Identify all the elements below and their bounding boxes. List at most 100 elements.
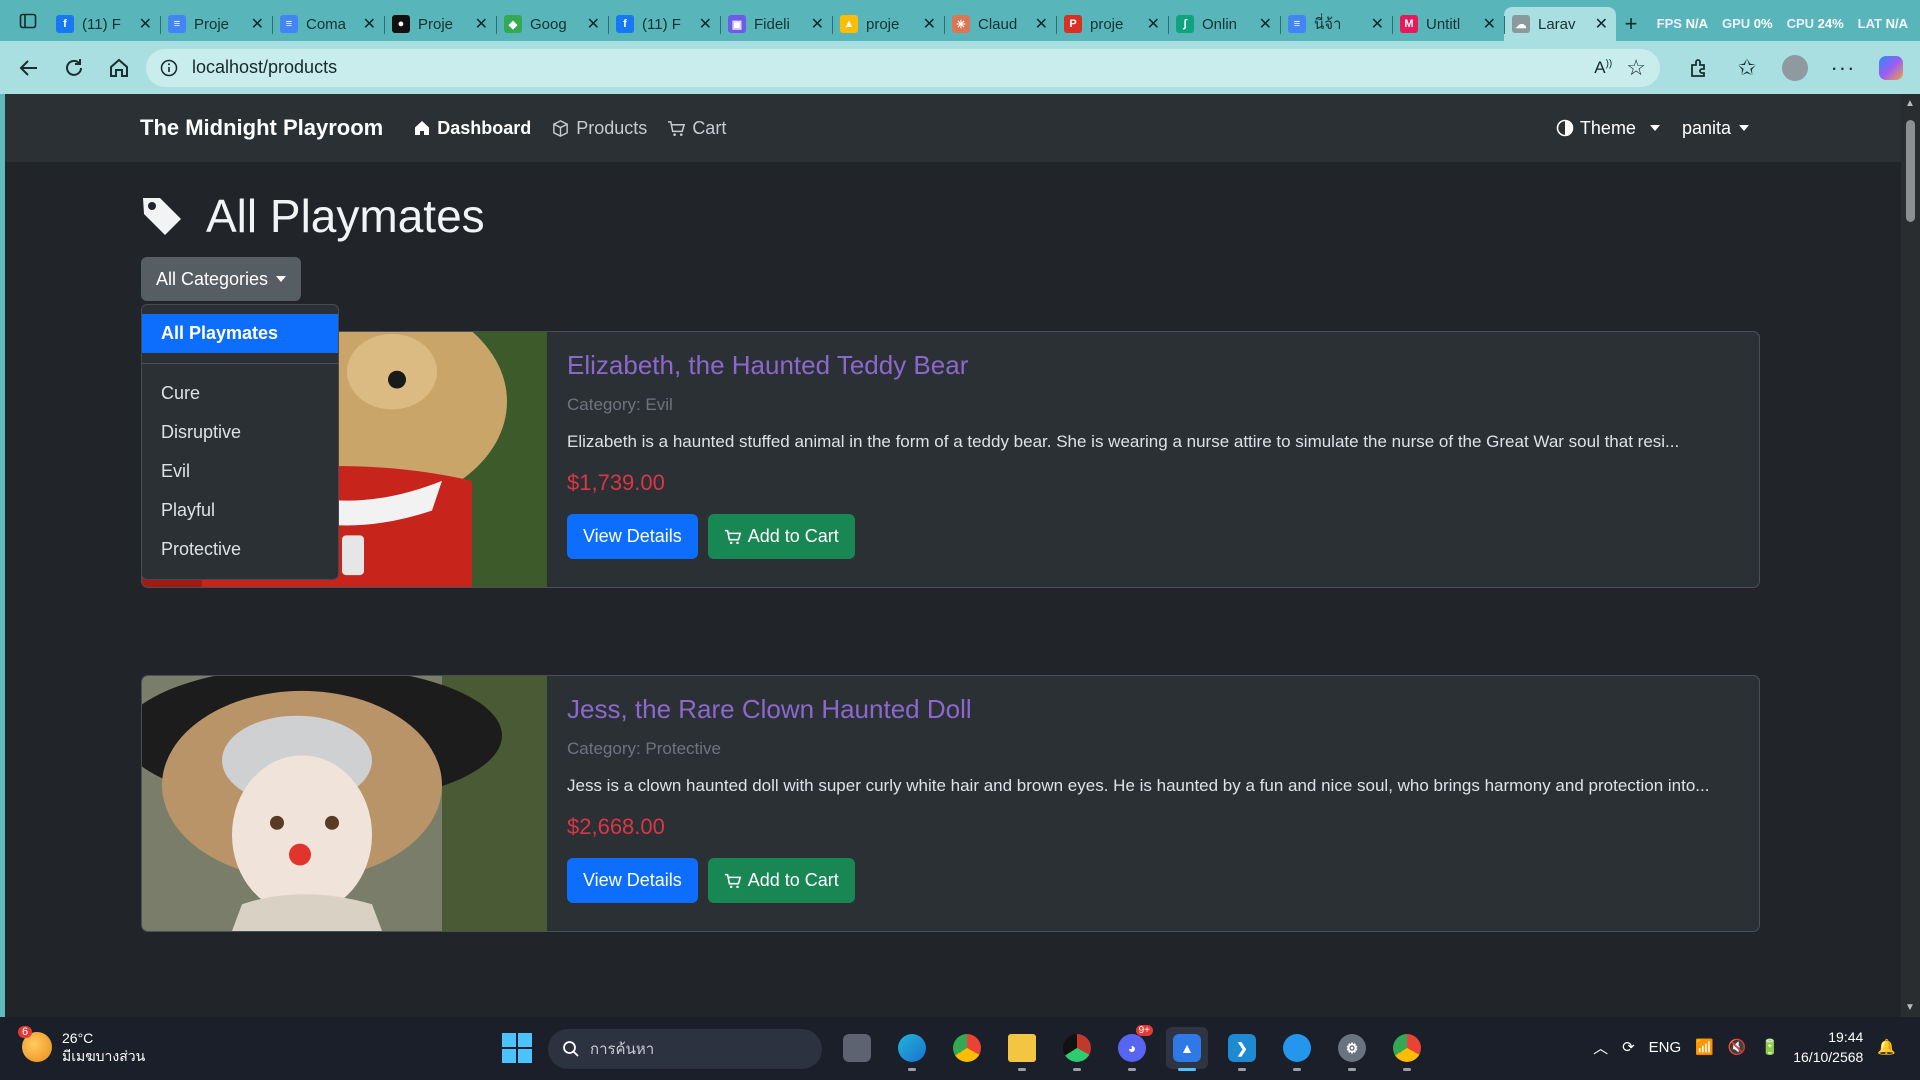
view-details-button[interactable]: View Details xyxy=(567,858,698,903)
add-to-cart-button[interactable]: Add to Cart xyxy=(707,858,855,903)
product-title-link[interactable]: Elizabeth, the Haunted Teddy Bear xyxy=(567,350,1719,381)
browser-tab[interactable]: M Untitl ✕ xyxy=(1392,7,1504,41)
add-to-cart-button[interactable]: Add to Cart xyxy=(707,514,855,559)
copilot-icon[interactable] xyxy=(1872,49,1910,87)
view-details-button[interactable]: View Details xyxy=(567,514,698,559)
category-dropdown-button[interactable]: All Categories xyxy=(141,257,302,301)
browser-tab-strip: f (11) F ✕ ≡ Proje ✕ ≡ Coma ✕ ● Proje ✕ ◆ Goog ✕ f (11) … xyxy=(0,0,1920,41)
reload-button[interactable] xyxy=(55,49,92,87)
dropdown-item-all[interactable]: All Playmates xyxy=(142,314,338,353)
close-tab-icon[interactable]: ✕ xyxy=(1371,14,1384,34)
notifications-icon[interactable]: 🔔 xyxy=(1877,1038,1896,1056)
browser-tab[interactable]: ◆ Goog ✕ xyxy=(496,7,608,41)
browser-tab[interactable]: f (11) F ✕ xyxy=(608,7,720,41)
close-tab-icon[interactable]: ✕ xyxy=(923,14,936,34)
product-title-link[interactable]: Jess, the Rare Clown Haunted Doll xyxy=(567,694,1719,725)
browser-tab[interactable]: ≡ นี่จ้า ✕ xyxy=(1280,7,1392,41)
sync-icon[interactable]: ⟳ xyxy=(1622,1038,1635,1056)
dropdown-item-playful[interactable]: Playful xyxy=(142,491,338,530)
dropdown-item-protective[interactable]: Protective xyxy=(142,530,338,569)
nav-dashboard[interactable]: Dashboard xyxy=(413,118,531,139)
vscode-icon[interactable]: ❯ xyxy=(1221,1027,1263,1071)
windows-taskbar: 6 26°C มีเมฆบางส่วน การค้นหา ◕ 9+ ▲ ❯ ⚙ … xyxy=(0,1017,1920,1080)
brand-link[interactable]: The Midnight Playroom xyxy=(140,115,383,141)
start-button[interactable] xyxy=(502,1033,532,1063)
discord-icon[interactable]: ◕ 9+ xyxy=(1111,1025,1153,1071)
volume-muted-icon[interactable]: 🔇 xyxy=(1728,1038,1747,1056)
read-aloud-icon[interactable]: A)) xyxy=(1594,58,1612,78)
close-tab-icon[interactable]: ✕ xyxy=(1147,14,1160,34)
close-tab-icon[interactable]: ✕ xyxy=(1035,14,1048,34)
weather-widget[interactable]: 6 26°C มีเมฆบางส่วน xyxy=(18,1026,145,1065)
close-tab-icon[interactable]: ✕ xyxy=(699,14,712,34)
chrome-icon[interactable] xyxy=(946,1027,988,1069)
tab-actions-icon[interactable] xyxy=(8,0,48,41)
language-indicator[interactable]: ENG xyxy=(1649,1039,1682,1056)
clock[interactable]: 19:44 16/10/2568 xyxy=(1793,1027,1863,1067)
profile-avatar[interactable] xyxy=(1776,49,1814,87)
favorite-star-icon[interactable]: ☆ xyxy=(1626,55,1646,81)
battery-icon[interactable]: 🔋 xyxy=(1761,1038,1780,1056)
close-tab-icon[interactable]: ✕ xyxy=(1595,14,1608,34)
close-tab-icon[interactable]: ✕ xyxy=(139,14,152,34)
tab-title: Proje xyxy=(194,15,230,33)
favorites-icon[interactable]: ✩ xyxy=(1728,49,1766,87)
settings-gear-icon[interactable]: ⚙ xyxy=(1331,1027,1373,1071)
laravel-app-icon[interactable]: ▲ xyxy=(1166,1027,1208,1071)
product-category: Category: Protective xyxy=(567,739,722,758)
dropdown-item-cure[interactable]: Cure xyxy=(142,374,338,413)
browser-tab[interactable]: ≡ Coma ✕ xyxy=(272,7,384,41)
url-text[interactable]: localhost/products xyxy=(192,57,337,78)
extensions-icon[interactable] xyxy=(1680,49,1718,87)
close-tab-icon[interactable]: ✕ xyxy=(1483,14,1496,34)
close-tab-icon[interactable]: ✕ xyxy=(587,14,600,34)
user-menu[interactable]: panita xyxy=(1682,118,1749,139)
browser-tab[interactable]: ∫ Onlin ✕ xyxy=(1168,7,1280,41)
page-viewport: The Midnight Playroom Dashboard Products… xyxy=(5,94,1901,1017)
close-tab-icon[interactable]: ✕ xyxy=(251,14,264,34)
close-tab-icon[interactable]: ✕ xyxy=(811,14,824,34)
dropdown-item-disruptive[interactable]: Disruptive xyxy=(142,413,338,452)
close-tab-icon[interactable]: ✕ xyxy=(475,14,488,34)
nav-products[interactable]: Products xyxy=(551,118,647,139)
taskbar-search[interactable]: การค้นหา xyxy=(548,1029,822,1069)
browser-tab[interactable]: ● Proje ✕ xyxy=(384,7,496,41)
nav-cart[interactable]: Cart xyxy=(667,118,726,139)
site-info-icon[interactable] xyxy=(160,59,178,77)
browser-tab[interactable]: ✳ Claud ✕ xyxy=(944,7,1056,41)
settings-more-icon[interactable]: ··· xyxy=(1824,49,1862,87)
file-explorer-icon[interactable] xyxy=(1001,1027,1043,1071)
tab-favicon-icon: ✳ xyxy=(952,15,970,33)
tab-favicon-icon: ▣ xyxy=(728,15,746,33)
dropdown-item-evil[interactable]: Evil xyxy=(142,452,338,491)
page-scrollbar[interactable]: ▲ ▼ xyxy=(1901,94,1920,1017)
scroll-up-arrow-icon[interactable]: ▲ xyxy=(1905,98,1915,109)
scrollbar-thumb[interactable] xyxy=(1906,120,1915,222)
new-tab-button[interactable]: + xyxy=(1616,7,1646,41)
chrome-second-icon[interactable] xyxy=(1386,1027,1428,1071)
scroll-down-arrow-icon[interactable]: ▼ xyxy=(1905,1002,1915,1013)
tab-title: นี่จ้า xyxy=(1314,16,1342,33)
wifi-icon[interactable]: 📶 xyxy=(1695,1038,1714,1056)
chrome-profile-icon[interactable] xyxy=(1056,1027,1098,1071)
browser-tab[interactable]: ☁ Larav ✕ xyxy=(1504,7,1616,41)
browser-tab[interactable]: ▲ proje ✕ xyxy=(832,7,944,41)
nav-cart-label: Cart xyxy=(692,117,727,138)
task-view-icon[interactable] xyxy=(836,1027,878,1069)
browser-tab[interactable]: ▣ Fideli ✕ xyxy=(720,7,832,41)
browser-tab[interactable]: Pproje ✕ xyxy=(1056,7,1168,41)
search-placeholder: การค้นหา xyxy=(590,1041,655,1058)
browser-toolbar: localhost/products A)) ☆ ✩ ··· xyxy=(0,41,1920,94)
close-tab-icon[interactable]: ✕ xyxy=(363,14,376,34)
home-button[interactable] xyxy=(101,49,138,87)
edge-browser-icon[interactable] xyxy=(891,1027,933,1071)
back-button[interactable] xyxy=(10,49,47,87)
address-bar[interactable]: localhost/products A)) ☆ xyxy=(145,48,1660,87)
home-icon xyxy=(110,58,129,77)
browser-tab[interactable]: f (11) F ✕ xyxy=(48,7,160,41)
tray-overflow-chevron-icon[interactable]: ︿ xyxy=(1593,1037,1608,1058)
theme-toggle[interactable]: Theme xyxy=(1556,118,1660,139)
docker-icon[interactable] xyxy=(1276,1027,1318,1071)
browser-tab[interactable]: ≡ Proje ✕ xyxy=(160,7,272,41)
close-tab-icon[interactable]: ✕ xyxy=(1259,14,1272,34)
